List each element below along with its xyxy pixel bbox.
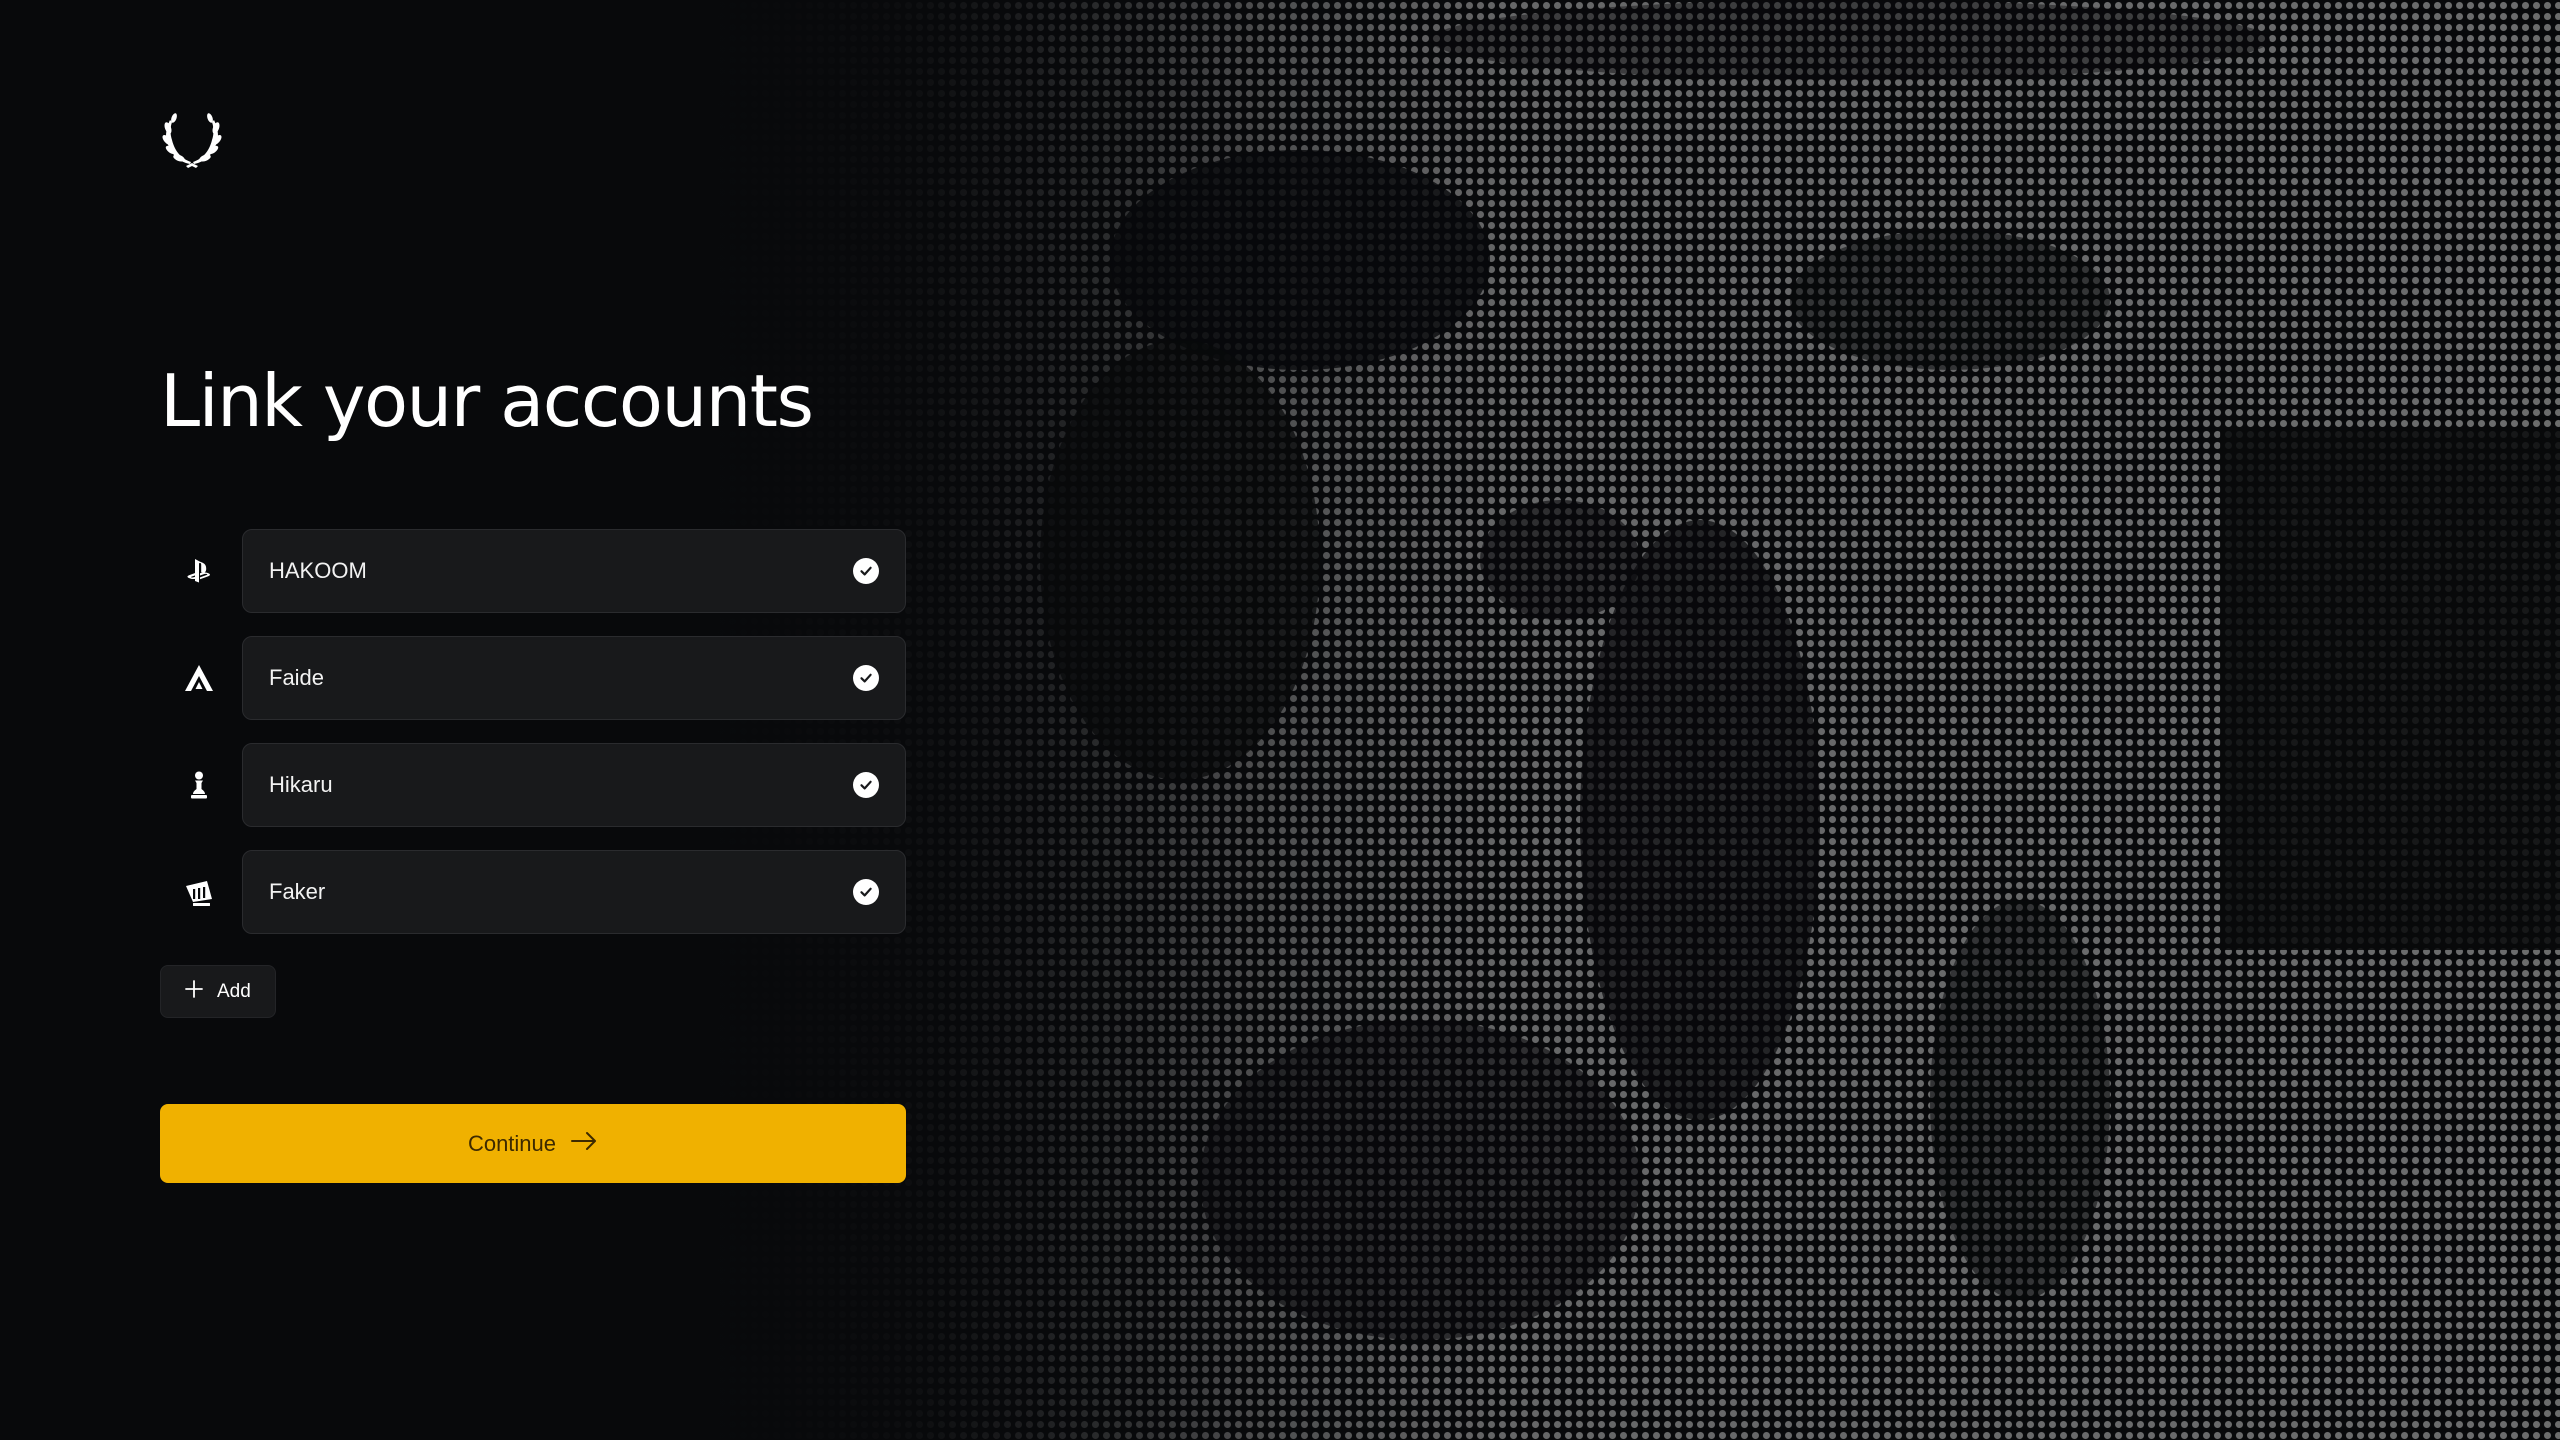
riot-games-icon (156, 849, 242, 935)
account-field[interactable]: Hikaru (242, 743, 906, 827)
chess-pawn-icon (156, 742, 242, 828)
account-row-chess: Hikaru (160, 742, 906, 828)
account-field[interactable]: HAKOOM (242, 529, 906, 613)
laurel-wreath-icon (160, 108, 224, 172)
add-button-label: Add (217, 980, 251, 1002)
check-circle-icon (853, 772, 879, 798)
check-circle-icon (853, 558, 879, 584)
check-circle-icon (853, 879, 879, 905)
account-row-apex: Faide (160, 635, 906, 721)
account-field[interactable]: Faker (242, 850, 906, 934)
apex-legends-icon (156, 635, 242, 721)
linked-accounts-list: HAKOOM Faide Hikaru Faker (160, 528, 906, 956)
account-row-riot: Faker (160, 849, 906, 935)
link-accounts-page: Link your accounts HAKOOM Faide Hikaru F… (0, 0, 2560, 1440)
account-name: Faker (269, 879, 326, 904)
account-field[interactable]: Faide (242, 636, 906, 720)
page-title: Link your accounts (160, 359, 814, 443)
playstation-icon (156, 528, 242, 614)
continue-button-label: Continue (467, 1130, 557, 1156)
check-circle-icon (853, 665, 879, 691)
account-name: HAKOOM (269, 558, 367, 583)
add-account-button[interactable]: Add (160, 965, 276, 1018)
continue-button[interactable]: Continue (160, 1104, 906, 1183)
account-name: Hikaru (269, 772, 333, 797)
account-name: Faide (269, 665, 325, 690)
account-row-playstation: HAKOOM (160, 528, 906, 614)
arrow-right-icon (570, 1130, 598, 1158)
plus-icon (183, 978, 205, 1006)
